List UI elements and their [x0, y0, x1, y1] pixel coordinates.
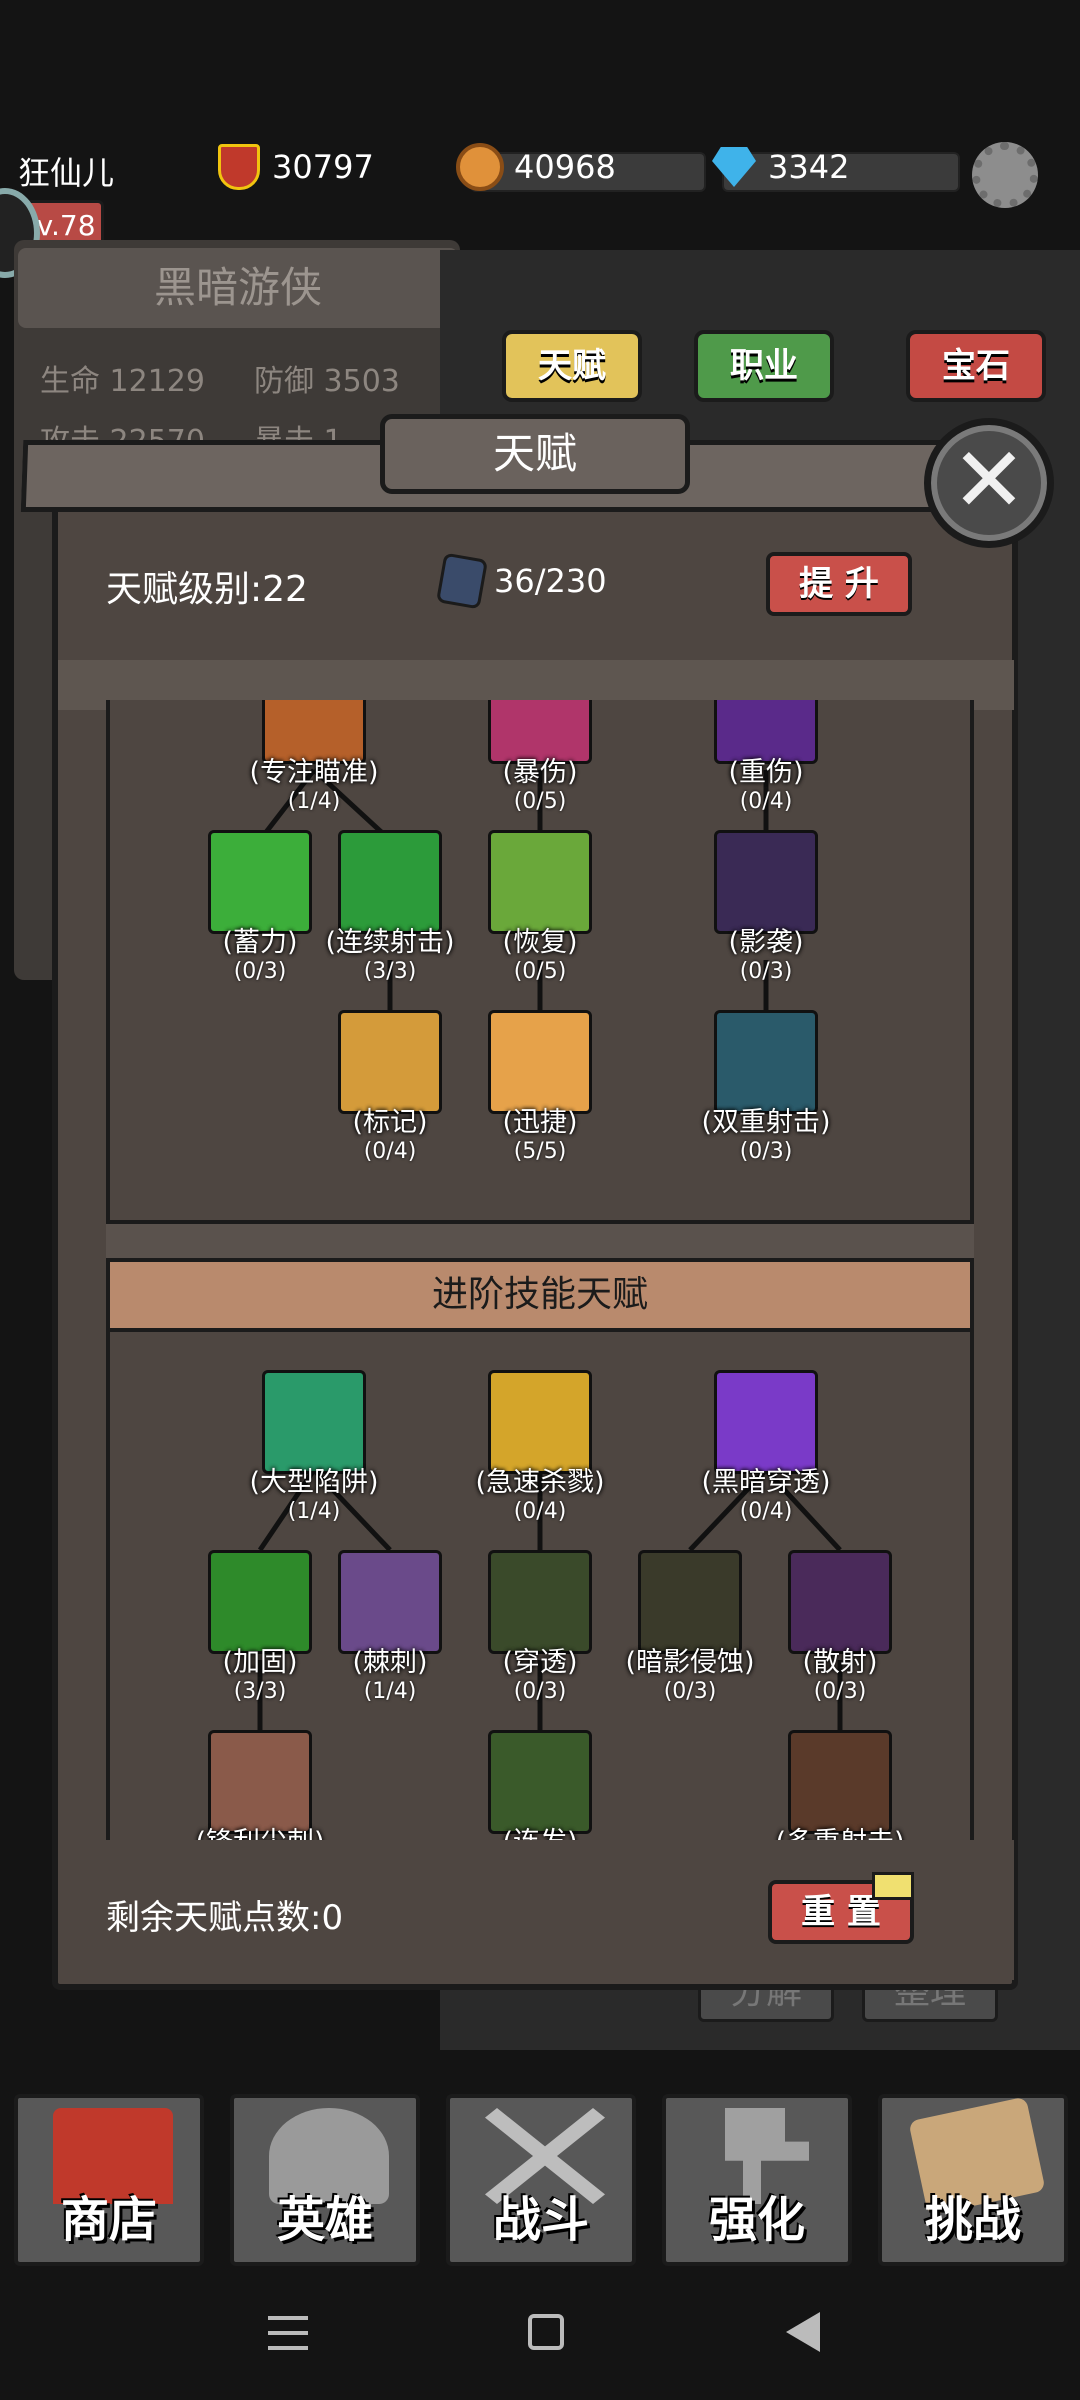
close-icon: ✕	[951, 428, 1027, 533]
talent-node[interactable]: (加固) (3/3)	[185, 1550, 335, 1704]
menu-icon[interactable]	[268, 2316, 308, 2350]
big-trap-icon	[262, 1370, 366, 1474]
rapid-kill-icon	[488, 1370, 592, 1474]
coin-icon	[456, 143, 504, 191]
talent-node[interactable]: (多重射击)	[765, 1730, 915, 1840]
hero-hp: 生命 12129	[40, 364, 205, 399]
penetrate-icon	[488, 1550, 592, 1654]
power-stat: 30797	[218, 140, 374, 194]
shadow-erode-icon	[638, 1550, 742, 1654]
remaining-points: 剩余天赋点数:0	[106, 1898, 344, 1938]
talent-level: 天赋级别:22	[106, 569, 308, 610]
gem-stat: 3342	[712, 140, 849, 194]
nav-hero[interactable]: 英雄	[230, 2094, 420, 2266]
diamond-icon	[712, 147, 756, 187]
sword-shield-icon	[218, 144, 260, 190]
fortify-icon	[208, 1550, 312, 1654]
burst-icon	[488, 1730, 592, 1834]
hero-def: 防御 3503	[254, 364, 400, 399]
player-name: 狂仙儿	[18, 154, 115, 192]
talent-points: 36/230	[494, 562, 607, 600]
scatter-icon	[788, 1550, 892, 1654]
talent-node[interactable]: (大型陷阱) (1/4)	[239, 1370, 389, 1524]
talent-node[interactable]: (连发)	[465, 1730, 615, 1840]
close-button[interactable]: ✕	[924, 418, 1054, 548]
ticket-icon	[872, 1872, 914, 1900]
multi-shot-icon	[788, 1730, 892, 1834]
back-icon[interactable]	[786, 2312, 820, 2352]
upgrade-button[interactable]: 提 升	[766, 552, 912, 616]
talent-node[interactable]: (黑暗穿透) (0/4)	[691, 1370, 841, 1524]
hero-title: 黑暗游侠	[18, 248, 458, 328]
talent-tree-scroll[interactable]: (专注瞄准) (1/4) (暴伤) (0/5) (重伤) (0/4) (蓄力) (0/3…	[106, 700, 974, 1840]
talent-node[interactable]: (穿透) (0/3)	[465, 1550, 615, 1704]
nav-enhance[interactable]: 强化	[662, 2094, 852, 2266]
top-bar	[0, 0, 1080, 150]
nav-challenge[interactable]: 挑战	[878, 2094, 1068, 2266]
panel-title: 天赋	[380, 414, 690, 494]
talent-node[interactable]: (急速杀戮) (0/4)	[465, 1370, 615, 1524]
dark-pierce-icon	[714, 1370, 818, 1474]
talent-node[interactable]: (暗影侵蚀) (0/3)	[615, 1550, 765, 1704]
talent-node[interactable]: (散射) (0/3)	[765, 1550, 915, 1704]
talent-node[interactable]: (棘刺) (1/4)	[315, 1550, 465, 1704]
tab-class[interactable]: 职业	[694, 330, 834, 402]
rune-icon	[435, 552, 489, 610]
thorns-icon	[338, 1550, 442, 1654]
nav-shop[interactable]: 商店	[14, 2094, 204, 2266]
home-icon[interactable]	[528, 2314, 564, 2350]
gold-stat: 40968	[456, 140, 616, 194]
tab-talent[interactable]: 天赋	[502, 330, 642, 402]
nav-battle[interactable]: 战斗	[446, 2094, 636, 2266]
sharp-spike-icon	[208, 1730, 312, 1834]
tab-gem[interactable]: 宝石	[906, 330, 1046, 402]
talent-node[interactable]: (锋利尖刺)	[185, 1730, 335, 1840]
gear-icon[interactable]	[972, 142, 1038, 208]
